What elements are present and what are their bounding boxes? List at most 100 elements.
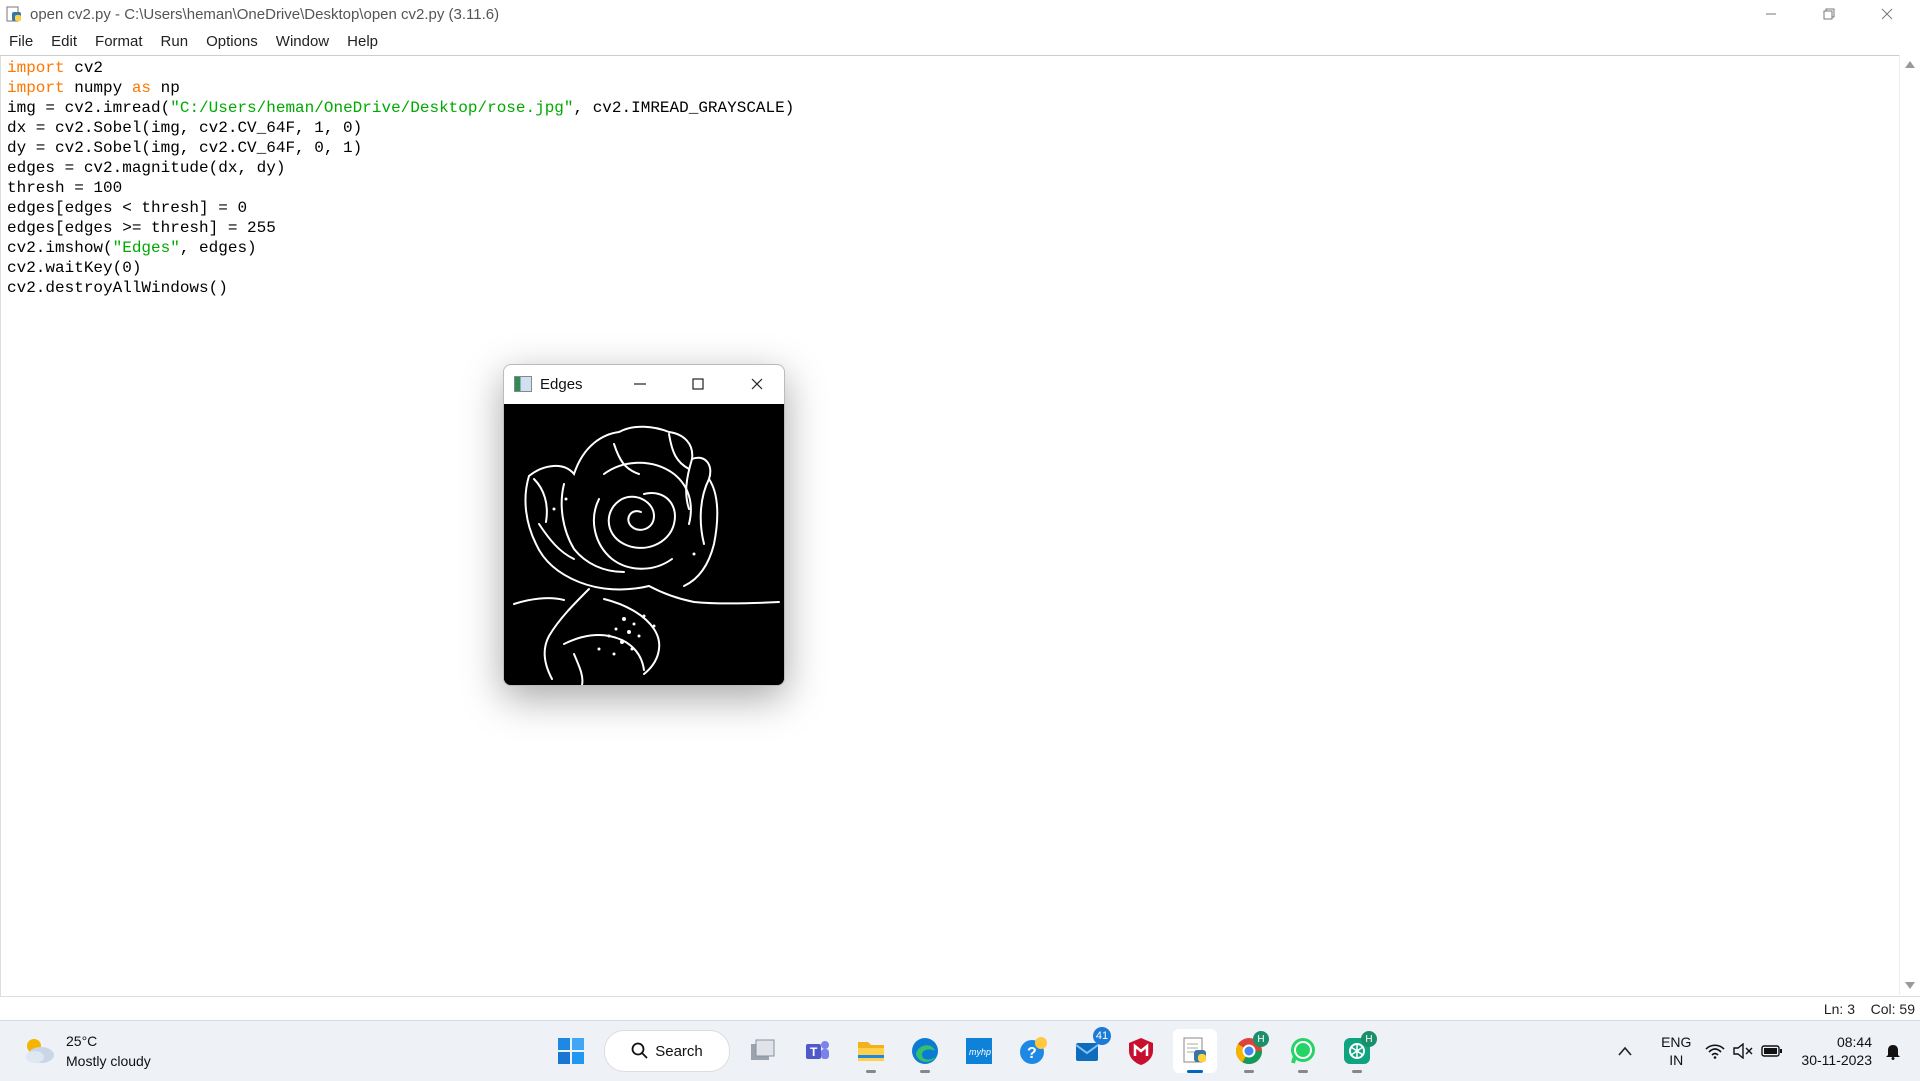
wifi-icon[interactable] bbox=[1705, 1043, 1725, 1059]
scroll-up-icon[interactable] bbox=[1905, 61, 1915, 68]
weather-widget[interactable]: 25°C Mostly cloudy bbox=[22, 1031, 151, 1071]
edges-window[interactable]: Edges bbox=[503, 364, 785, 686]
menu-file[interactable]: File bbox=[0, 33, 42, 50]
edges-window-title: Edges bbox=[540, 375, 583, 393]
weather-desc: Mostly cloudy bbox=[66, 1053, 151, 1069]
menu-format[interactable]: Format bbox=[86, 33, 152, 50]
chrome-button[interactable]: H bbox=[1227, 1029, 1271, 1073]
region-code: IN bbox=[1669, 1052, 1684, 1068]
code-line[interactable]: edges = cv2.magnitude(dx, dy) bbox=[7, 158, 794, 178]
chatgpt-button[interactable]: H bbox=[1335, 1029, 1379, 1073]
clock-time: 08:44 bbox=[1836, 1034, 1872, 1050]
edge-button[interactable] bbox=[903, 1029, 947, 1073]
search-icon bbox=[631, 1042, 648, 1059]
clock[interactable]: 08:44 30-11-2023 bbox=[1801, 1033, 1872, 1069]
menu-options[interactable]: Options bbox=[197, 33, 267, 50]
svg-text:myhp: myhp bbox=[969, 1047, 991, 1057]
scroll-down-icon[interactable] bbox=[1905, 982, 1915, 989]
svg-text:?: ? bbox=[1027, 1045, 1037, 1062]
running-indicator bbox=[866, 1070, 876, 1073]
code-line[interactable]: dx = cv2.Sobel(img, cv2.CV_64F, 1, 0) bbox=[7, 118, 794, 138]
rose-edges-image bbox=[504, 404, 784, 685]
code-line[interactable]: dy = cv2.Sobel(img, cv2.CV_64F, 0, 1) bbox=[7, 138, 794, 158]
taskbar: 25°C Mostly cloudy Search T myhp ? 41 H … bbox=[0, 1020, 1920, 1081]
opencv-window-icon bbox=[514, 376, 532, 392]
vertical-scrollbar[interactable] bbox=[1899, 55, 1920, 995]
whatsapp-icon bbox=[1291, 1038, 1315, 1064]
help-tips-icon: ? bbox=[1020, 1037, 1047, 1064]
close-icon bbox=[1881, 8, 1893, 20]
mcafee-shield-icon bbox=[1129, 1038, 1153, 1065]
edges-maximize-button[interactable] bbox=[687, 373, 709, 395]
code-line[interactable]: edges[edges < thresh] = 0 bbox=[7, 198, 794, 218]
outlook-button[interactable]: 41 bbox=[1065, 1027, 1111, 1073]
close-button[interactable] bbox=[1858, 0, 1916, 28]
tips-button[interactable]: ? bbox=[1011, 1029, 1055, 1073]
python-idle-icon bbox=[1183, 1037, 1206, 1063]
start-button[interactable] bbox=[549, 1029, 593, 1073]
menu-window[interactable]: Window bbox=[267, 33, 338, 50]
restore-icon bbox=[1823, 8, 1835, 20]
language-indicator[interactable]: ENG IN bbox=[1661, 1033, 1691, 1069]
status-bar: Ln: 3 Col: 59 bbox=[0, 996, 1920, 1021]
volume-muted-icon[interactable] bbox=[1733, 1043, 1753, 1059]
teams-button[interactable]: T bbox=[795, 1029, 839, 1073]
code-line[interactable]: img = cv2.imread("C:/Users/heman/OneDriv… bbox=[7, 98, 794, 118]
chevron-up-icon[interactable] bbox=[1617, 1045, 1633, 1057]
close-icon bbox=[751, 378, 763, 390]
minimize-icon bbox=[1766, 13, 1776, 15]
file-explorer-button[interactable] bbox=[849, 1029, 893, 1073]
title-bar: open cv2.py - C:\Users\heman\OneDrive\De… bbox=[0, 0, 1920, 28]
myhp-icon: myhp bbox=[966, 1038, 992, 1064]
weather-temp: 25°C bbox=[66, 1033, 98, 1049]
battery-icon[interactable] bbox=[1761, 1044, 1783, 1058]
minimize-icon bbox=[634, 383, 646, 385]
menu-run[interactable]: Run bbox=[152, 33, 198, 50]
myhp-button[interactable]: myhp bbox=[957, 1029, 1001, 1073]
minimize-button[interactable] bbox=[1742, 0, 1800, 28]
outlook-unread-badge: 41 bbox=[1093, 1027, 1111, 1045]
line-number: Ln: 3 bbox=[1823, 1001, 1855, 1017]
code-line[interactable]: cv2.imshow("Edges", edges) bbox=[7, 238, 794, 258]
code-line[interactable]: import cv2 bbox=[7, 58, 794, 78]
running-indicator bbox=[1352, 1070, 1362, 1073]
search-label: Search bbox=[655, 1042, 703, 1060]
window-title: open cv2.py - C:\Users\heman\OneDrive\De… bbox=[30, 5, 500, 23]
language-code: ENG bbox=[1661, 1034, 1692, 1050]
code-line[interactable]: cv2.waitKey(0) bbox=[7, 258, 794, 278]
code-line[interactable]: cv2.destroyAllWindows() bbox=[7, 278, 794, 298]
teams-icon: T bbox=[806, 1041, 829, 1059]
active-indicator bbox=[1187, 1070, 1203, 1073]
restore-button[interactable] bbox=[1800, 0, 1858, 28]
code-editor[interactable]: import cv2 import numpy as np img = cv2.im… bbox=[0, 55, 1899, 996]
running-indicator bbox=[1244, 1070, 1254, 1073]
clock-date: 30-11-2023 bbox=[1801, 1052, 1872, 1068]
code-line[interactable]: import numpy as np bbox=[7, 78, 794, 98]
menu-help[interactable]: Help bbox=[338, 33, 387, 50]
code-line[interactable]: thresh = 100 bbox=[7, 178, 794, 198]
maximize-icon bbox=[692, 378, 704, 390]
menu-edit[interactable]: Edit bbox=[42, 33, 86, 50]
windows-start-icon bbox=[558, 1038, 584, 1064]
taskbar-search[interactable]: Search bbox=[604, 1030, 730, 1072]
idle-editor-button[interactable] bbox=[1173, 1029, 1217, 1073]
folder-icon bbox=[858, 1042, 884, 1061]
running-indicator bbox=[1298, 1070, 1308, 1073]
task-view-icon bbox=[751, 1039, 775, 1060]
mcafee-button[interactable] bbox=[1119, 1029, 1163, 1073]
chatgpt-profile-badge: H bbox=[1361, 1031, 1377, 1047]
chrome-profile-badge: H bbox=[1253, 1031, 1269, 1047]
svg-text:T: T bbox=[810, 1045, 818, 1059]
notification-bell-icon[interactable] bbox=[1884, 1042, 1902, 1060]
edges-minimize-button[interactable] bbox=[629, 373, 651, 395]
menu-bar: File Edit Format Run Options Window Help bbox=[0, 28, 1920, 55]
column-number: Col: 59 bbox=[1870, 1001, 1915, 1017]
code-line[interactable]: edges[edges >= thresh] = 255 bbox=[7, 218, 794, 238]
code-text[interactable]: import cv2 import numpy as np img = cv2.im… bbox=[7, 58, 794, 298]
task-view-button[interactable] bbox=[741, 1029, 785, 1073]
cloudy-weather-icon bbox=[26, 1039, 54, 1063]
edge-browser-icon bbox=[912, 1038, 938, 1064]
whatsapp-button[interactable] bbox=[1281, 1029, 1325, 1073]
edges-close-button[interactable] bbox=[746, 373, 768, 395]
system-tray: ENG IN 08:44 30-11-2023 bbox=[1617, 1021, 1920, 1081]
